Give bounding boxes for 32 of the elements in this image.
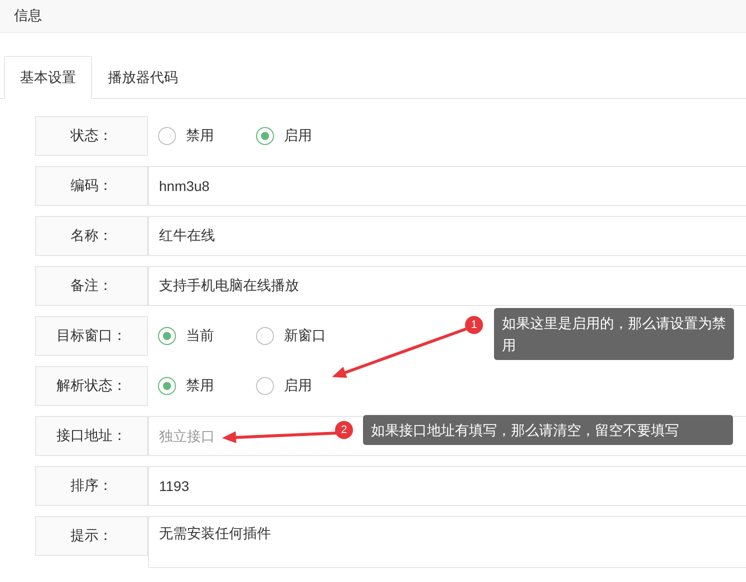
text-area[interactable]: 无需安装任何插件 [148, 516, 746, 568]
tooltip: 如果这里是启用的，那么请设置为禁用 [494, 308, 734, 360]
radio-label[interactable]: 当前 [186, 327, 214, 345]
input-field[interactable]: 支持手机电脑在线播放 [148, 266, 746, 306]
radio-button[interactable] [158, 327, 176, 345]
field-label: 接口地址： [35, 416, 148, 456]
input-field[interactable]: hnm3u8 [148, 166, 746, 206]
field-label: 排序： [35, 466, 148, 506]
radio-button[interactable] [158, 377, 176, 395]
radio-label[interactable]: 禁用 [186, 377, 214, 395]
tab[interactable]: 基本设置 [4, 56, 92, 99]
field-label: 名称： [35, 216, 148, 256]
header-title: 信息 [14, 7, 42, 25]
field-label: 编码： [35, 166, 148, 206]
field-label: 提示： [35, 516, 148, 556]
radio-label[interactable]: 新窗口 [284, 327, 326, 345]
field-label: 备注： [35, 266, 148, 306]
input-field[interactable]: 1193 [148, 466, 746, 506]
radio-button[interactable] [256, 377, 274, 395]
input-field[interactable]: 红牛在线 [148, 216, 746, 256]
tooltip: 如果接口地址有填写，那么请清空，留空不要填写 [363, 415, 733, 445]
field-label: 状态： [35, 116, 148, 156]
radio-button[interactable] [158, 127, 176, 145]
number-badge: 1 [465, 316, 483, 334]
radio-label[interactable]: 启用 [284, 377, 312, 395]
field-label: 解析状态： [35, 366, 148, 406]
tab[interactable]: 播放器代码 [92, 56, 194, 99]
field-label: 目标窗口： [35, 316, 148, 356]
radio-button[interactable] [256, 127, 274, 145]
radio-label[interactable]: 启用 [284, 127, 312, 145]
radio-button[interactable] [256, 327, 274, 345]
radio-label[interactable]: 禁用 [186, 127, 214, 145]
